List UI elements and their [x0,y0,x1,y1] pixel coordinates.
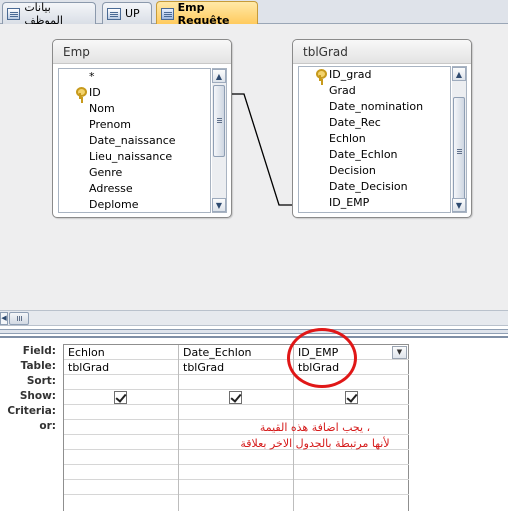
row-label-sort: Sort: [26,375,56,387]
tab-up[interactable]: UP [102,2,152,24]
empty-cell[interactable] [64,465,178,480]
grid-column-1: Echlon tblGrad [64,345,179,511]
table-cell[interactable]: tblGrad [179,360,293,375]
tab-label: Emp Requête [177,0,230,27]
empty-cell[interactable] [294,480,409,495]
document-tab-bar: بيانات الموظف UP Emp Requête [0,0,508,27]
design-horizontal-scrollbar[interactable]: ◀ [0,310,508,326]
field-item[interactable]: Deplome [59,197,210,212]
grid-row-labels: Field: Table: Sort: Show: Criteria: or: [0,344,60,434]
criteria-cell[interactable] [64,405,178,420]
field-item[interactable]: Genre [59,165,210,181]
tab-emp-requete[interactable]: Emp Requête [156,0,258,27]
row-label-or: or: [39,420,56,432]
emp-table-title[interactable]: Emp [53,40,231,64]
field-item[interactable]: Prenom [59,117,210,133]
field-item[interactable]: Date_Rec [299,115,450,131]
show-cell[interactable] [294,390,409,405]
table-icon [7,7,21,20]
empty-cell[interactable] [64,480,178,495]
scroll-left-arrow-icon[interactable]: ◀ [0,312,8,325]
field-item[interactable]: Date_naissance [59,133,210,149]
emp-field-list[interactable]: * ID Nom Prenom Date_naissance Lieu_nais… [58,68,211,213]
field-item[interactable]: ID_EMP [299,195,450,211]
show-checkbox[interactable] [114,391,127,404]
field-item[interactable]: Nom [59,101,210,117]
show-checkbox[interactable] [229,391,242,404]
tblgrad-scrollbar[interactable]: ▲ ▼ [452,66,467,213]
tab-employee-data[interactable]: بيانات الموظف [2,0,96,27]
field-item[interactable]: Date_Echlon [299,147,450,163]
scroll-down-arrow-icon[interactable]: ▼ [212,198,226,212]
tblgrad-table-box[interactable]: tblGrad ID_grad Grad Date_nomination Dat… [292,39,472,218]
scroll-thumb[interactable] [213,85,225,157]
show-cell[interactable] [64,390,178,405]
sort-cell[interactable] [64,375,178,390]
row-label-criteria: Criteria: [7,405,56,417]
field-label: ID [89,86,101,99]
field-cell[interactable]: Echlon [64,345,178,360]
field-item[interactable]: Adresse [59,181,210,197]
query-design-area: Emp * ID Nom Prenom Date_naissance Lieu_… [0,24,508,310]
field-item[interactable]: Date_nomination [299,99,450,115]
empty-cell[interactable] [294,465,409,480]
query-icon [161,7,174,20]
empty-cell[interactable] [179,480,293,495]
row-label-show: Show: [19,390,56,402]
tblgrad-table-title[interactable]: tblGrad [293,40,471,64]
sort-cell[interactable] [179,375,293,390]
criteria-cell[interactable] [179,405,293,420]
show-cell[interactable] [179,390,293,405]
field-item[interactable]: Decision [299,163,450,179]
tab-label: UP [125,7,140,20]
tblgrad-field-list[interactable]: ID_grad Grad Date_nomination Date_Rec Ec… [298,66,451,213]
empty-cell[interactable] [179,450,293,465]
annotation-line-2: لأنها مرتبطة بالجدول الاخر بعلاقة [240,437,390,450]
scroll-up-arrow-icon[interactable]: ▲ [452,67,466,81]
show-checkbox[interactable] [344,391,358,404]
pane-splitter[interactable] [0,326,508,338]
scroll-thumb[interactable] [9,312,29,325]
empty-cell[interactable] [64,435,178,450]
annotation-note: ، يجب اضافة هذه القيمة لأنها مرتبطة بالج… [240,420,390,452]
criteria-cell[interactable] [294,405,409,420]
field-item[interactable]: Date_Decision [299,179,450,195]
empty-cell[interactable] [64,450,178,465]
annotation-line-1: ، يجب اضافة هذه القيمة [259,421,371,434]
field-item[interactable]: Lieu_naissance [59,149,210,165]
field-item[interactable]: ID [59,85,210,101]
scroll-thumb[interactable] [453,97,465,207]
empty-cell[interactable] [294,450,409,465]
table-cell[interactable]: tblGrad [64,360,178,375]
primary-key-icon [315,69,327,81]
scroll-down-arrow-icon[interactable]: ▼ [452,198,466,212]
field-item[interactable]: Grad [299,83,450,99]
emp-scrollbar[interactable]: ▲ ▼ [212,68,227,213]
highlight-circle [287,328,357,388]
scroll-up-arrow-icon[interactable]: ▲ [212,69,226,83]
emp-table-box[interactable]: Emp * ID Nom Prenom Date_naissance Lieu_… [52,39,232,218]
or-cell[interactable] [64,420,178,435]
field-item[interactable]: * [59,69,210,85]
row-label-table: Table: [20,360,56,372]
field-label: ID_grad [329,68,372,81]
row-label-field: Field: [22,345,56,357]
tab-label: بيانات الموظف [24,0,63,27]
field-item[interactable]: Echlon [299,131,450,147]
chevron-down-icon[interactable]: ▼ [392,346,407,359]
primary-key-icon [75,87,87,99]
field-cell[interactable]: Date_Echlon [179,345,293,360]
field-item[interactable]: ID_grad [299,67,450,83]
empty-cell[interactable] [179,465,293,480]
table-icon [107,7,121,20]
